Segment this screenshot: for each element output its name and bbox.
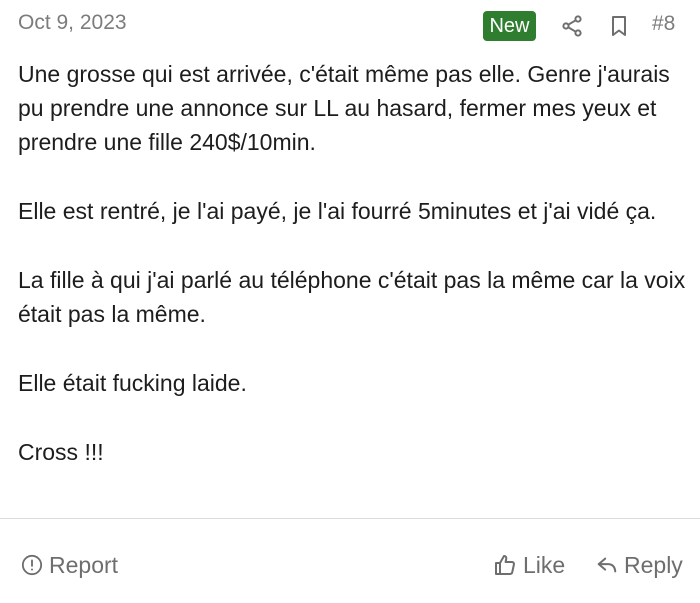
post-body: Une grosse qui est arrivée, c'était même… bbox=[18, 57, 686, 469]
post-paragraph: La fille à qui j'ai parlé au téléphone c… bbox=[18, 267, 686, 327]
post-date: Oct 9, 2023 bbox=[18, 11, 127, 34]
new-badge: New bbox=[483, 11, 536, 41]
post-paragraph: Cross !!! bbox=[18, 439, 104, 465]
reply-button[interactable]: Reply bbox=[596, 550, 683, 580]
alert-circle-icon bbox=[21, 554, 43, 576]
like-button[interactable]: Like bbox=[493, 550, 565, 580]
post-paragraph: Une grosse qui est arrivée, c'était même… bbox=[18, 61, 670, 155]
forum-post: Oct 9, 2023 New #8 Une grosse qui est ar… bbox=[0, 0, 700, 603]
post-number-link[interactable]: #8 bbox=[652, 12, 675, 36]
bookmark-icon[interactable] bbox=[607, 14, 631, 38]
post-paragraph: Elle est rentré, je l'ai payé, je l'ai f… bbox=[18, 198, 657, 224]
footer-divider bbox=[0, 518, 700, 519]
post-header: Oct 9, 2023 New #8 bbox=[0, 0, 700, 52]
thumbs-up-icon bbox=[493, 553, 517, 577]
reply-label: Reply bbox=[624, 551, 683, 578]
report-button[interactable]: Report bbox=[21, 550, 118, 580]
share-icon[interactable] bbox=[560, 14, 584, 38]
like-label: Like bbox=[523, 551, 566, 578]
post-paragraph: Elle était fucking laide. bbox=[18, 370, 247, 396]
reply-arrow-icon bbox=[596, 554, 618, 576]
report-label: Report bbox=[49, 551, 119, 578]
